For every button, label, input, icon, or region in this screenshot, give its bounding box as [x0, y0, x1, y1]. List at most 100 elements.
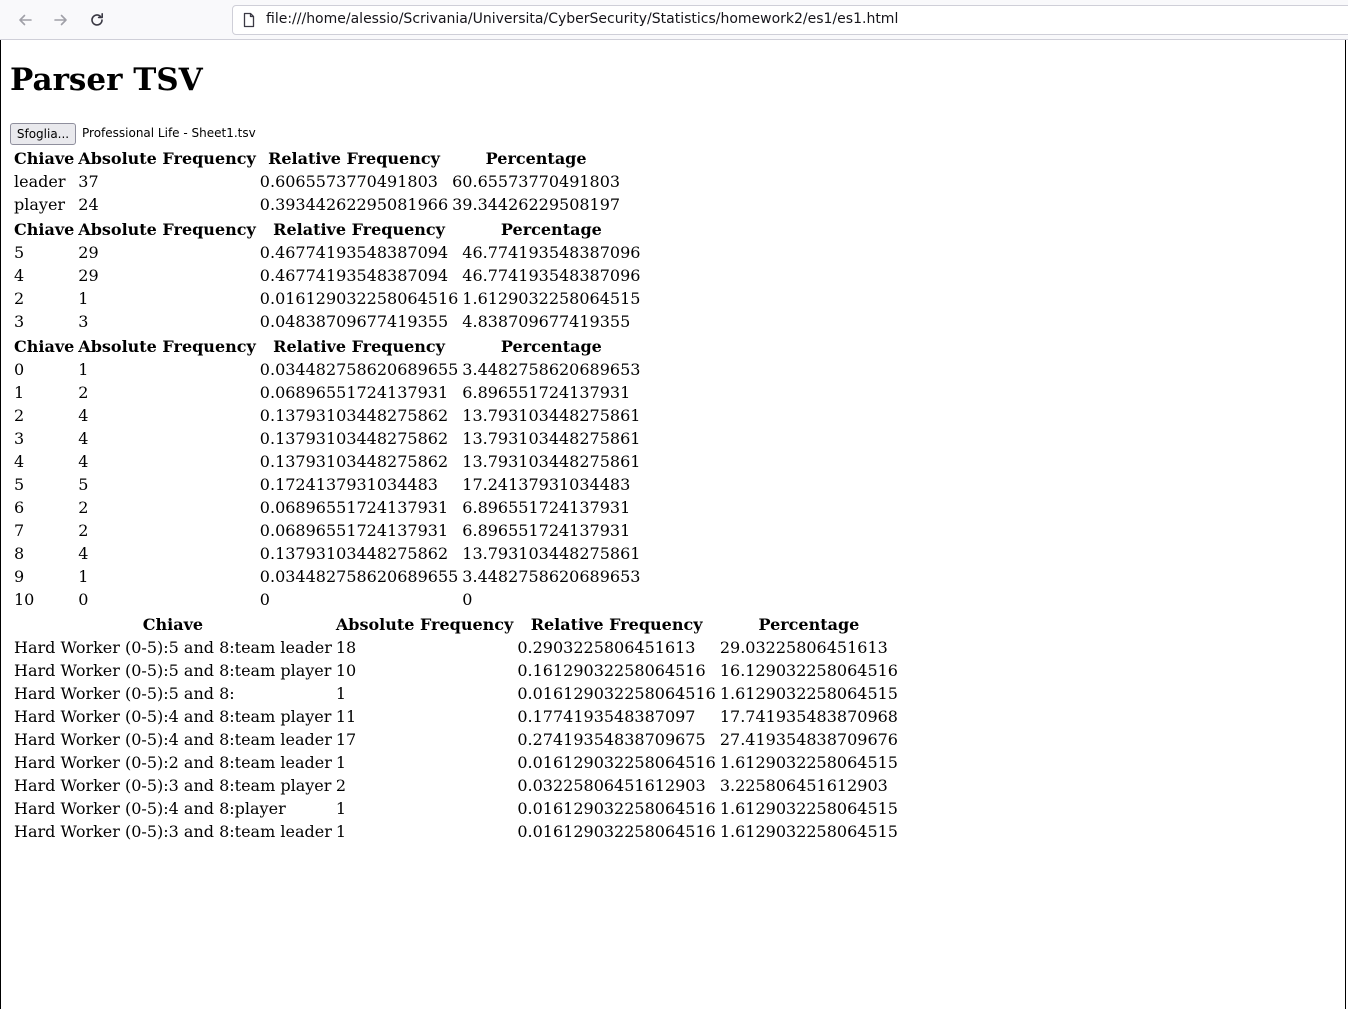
table-cell: 0.6065573770491803: [259, 172, 438, 191]
table-row: Hard Worker (0-5):3 and 8:team leader 1 0.…: [13, 821, 899, 842]
table-cell: 11: [335, 707, 357, 726]
table-cell: 0.1774193548387097: [517, 707, 696, 726]
table-cell: 1.6129032258064515: [719, 822, 898, 841]
table-cell: Hard Worker (0-5):4 and 8:team leader: [14, 730, 332, 749]
table-row: 5 5 0.1724137931034483 17.24137931034483: [13, 474, 641, 495]
table-cell: 7: [14, 521, 25, 540]
column-header: Relative Frequency: [273, 220, 445, 239]
table-row: Hard Worker (0-5):4 and 8:team player 11 0…: [13, 706, 899, 727]
table-row: leader 37 0.6065573770491803 60.65573770491…: [13, 171, 621, 192]
table-cell: 3.4482758620689653: [462, 360, 641, 379]
forward-button[interactable]: [48, 7, 74, 33]
column-header: Absolute Frequency: [78, 149, 256, 168]
arrow-right-icon: [54, 14, 67, 26]
reload-icon: [91, 13, 103, 26]
table-row: Hard Worker (0-5):5 and 8:team leader 18 0…: [13, 637, 899, 658]
table-cell: 1: [335, 822, 347, 841]
table-cell: 13.793103448275861: [462, 406, 641, 425]
table-cell: 46.774193548387096: [462, 266, 641, 285]
column-header: Absolute Frequency: [335, 615, 514, 634]
table-cell: 0: [462, 590, 473, 609]
url-bar[interactable]: file:///home/alessio/Scrivania/Universit…: [232, 5, 1348, 35]
back-button[interactable]: [12, 7, 38, 33]
table-cell: 6: [14, 498, 25, 517]
table-row: 7 2 0.06896551724137931 6.896551724137931: [13, 520, 641, 541]
table-cell: 18: [335, 638, 357, 657]
table-cell: leader: [14, 172, 66, 191]
table-cell: 29.03225806451613: [719, 638, 888, 657]
table-row: Hard Worker (0-5):5 and 8: 1 0.01612903225…: [13, 683, 899, 704]
column-header: Absolute Frequency: [78, 220, 256, 239]
table-cell: 0.39344262295081966: [259, 195, 449, 214]
table-cell: 4: [14, 266, 25, 285]
tables-container: Chiave Absolute Frequency Relative Frequen…: [11, 146, 901, 844]
table-cell: 6.896551724137931: [462, 521, 631, 540]
table-cell: Hard Worker (0-5):5 and 8:team leader: [14, 638, 332, 657]
table-row: 10 0 0 0: [13, 589, 641, 610]
table-cell: 1: [14, 383, 25, 402]
table-cell: 0.06896551724137931: [259, 498, 449, 517]
column-header: Chiave: [14, 149, 75, 168]
table-cell: 0.13793103448275862: [259, 544, 449, 563]
table-cell: 1.6129032258064515: [719, 799, 898, 818]
table-combined: Chiave Absolute Frequency Relative Frequen…: [11, 612, 901, 844]
table-cell: 10: [335, 661, 357, 680]
table-cell: 0.034482758620689655: [259, 360, 459, 379]
table-row: 3 4 0.13793103448275862 13.793103448275861: [13, 428, 641, 449]
column-header: Chiave: [142, 615, 204, 634]
table-cell: 17.741935483870968: [719, 707, 898, 726]
page-content: Parser TSV Sfoglia... Professional Life …: [0, 40, 1346, 1009]
table-row: Hard Worker (0-5):3 and 8:team player 2 0.…: [13, 775, 899, 796]
table-row: 3 3 0.04838709677419355 4.838709677419355: [13, 311, 641, 332]
browser-toolbar: file:///home/alessio/Scrivania/Universit…: [0, 0, 1348, 40]
table-cell: 29: [78, 243, 99, 262]
table-role: Chiave Absolute Frequency Relative Frequen…: [11, 146, 623, 217]
table-header-row: Chiave Absolute Frequency Relative Frequen…: [13, 614, 899, 635]
table-cell: 0.04838709677419355: [259, 312, 449, 331]
table-cell: 46.774193548387096: [462, 243, 641, 262]
reload-button[interactable]: [84, 7, 110, 33]
table-cell: 0.03225806451612903: [517, 776, 706, 795]
table-cell: 60.65573770491803: [452, 172, 621, 191]
table-cell: 3: [14, 429, 25, 448]
table-row: 4 29 0.46774193548387094 46.774193548387096: [13, 265, 641, 286]
table-scale: Chiave Absolute Frequency Relative Frequen…: [11, 334, 643, 612]
column-header: Percentage: [500, 220, 602, 239]
table-cell: 13.793103448275861: [462, 429, 641, 448]
table-cell: 0.016129032258064516: [517, 822, 716, 841]
table-cell: 39.34426229508197: [452, 195, 621, 214]
table-header-row: Chiave Absolute Frequency Relative Frequen…: [13, 148, 621, 169]
table-cell: 1.6129032258064515: [462, 289, 641, 308]
table-cell: 13.793103448275861: [462, 544, 641, 563]
table-cell: 2: [78, 498, 89, 517]
table-cell: 5: [14, 475, 25, 494]
table-cell: 4: [78, 452, 89, 471]
table-cell: 3: [78, 312, 89, 331]
table-cell: 2: [78, 383, 89, 402]
table-cell: Hard Worker (0-5):3 and 8:team player: [14, 776, 332, 795]
column-header: Relative Frequency: [268, 149, 440, 168]
column-header: Chiave: [14, 220, 75, 239]
url-text: file:///home/alessio/Scrivania/Universit…: [266, 11, 899, 27]
table-row: 2 4 0.13793103448275862 13.793103448275861: [13, 405, 641, 426]
table-cell: 4.838709677419355: [462, 312, 631, 331]
table-cell: 1: [335, 753, 347, 772]
table-cell: 3.225806451612903: [719, 776, 888, 795]
table-cell: 0.06896551724137931: [259, 521, 449, 540]
table-cell: 1.6129032258064515: [719, 684, 898, 703]
browse-button[interactable]: Sfoglia...: [10, 123, 76, 145]
table-cell: 27.419354838709676: [719, 730, 898, 749]
table-cell: 0.016129032258064516: [517, 753, 716, 772]
table-cell: 37: [78, 172, 99, 191]
table-row: Hard Worker (0-5):4 and 8:player 1 0.01612…: [13, 798, 899, 819]
table-cell: 8: [14, 544, 25, 563]
table-cell: 0.016129032258064516: [517, 799, 716, 818]
table-cell: 10: [14, 590, 35, 609]
table-cell: 0.13793103448275862: [259, 406, 449, 425]
table-cell: 1: [335, 684, 347, 703]
table-cell: 2: [335, 776, 347, 795]
table-row: Hard Worker (0-5):2 and 8:team leader 1 0.…: [13, 752, 899, 773]
table-cell: 0.13793103448275862: [259, 429, 449, 448]
table-header-row: Chiave Absolute Frequency Relative Frequen…: [13, 336, 641, 357]
table-hard-worker: Chiave Absolute Frequency Relative Frequen…: [11, 217, 643, 334]
